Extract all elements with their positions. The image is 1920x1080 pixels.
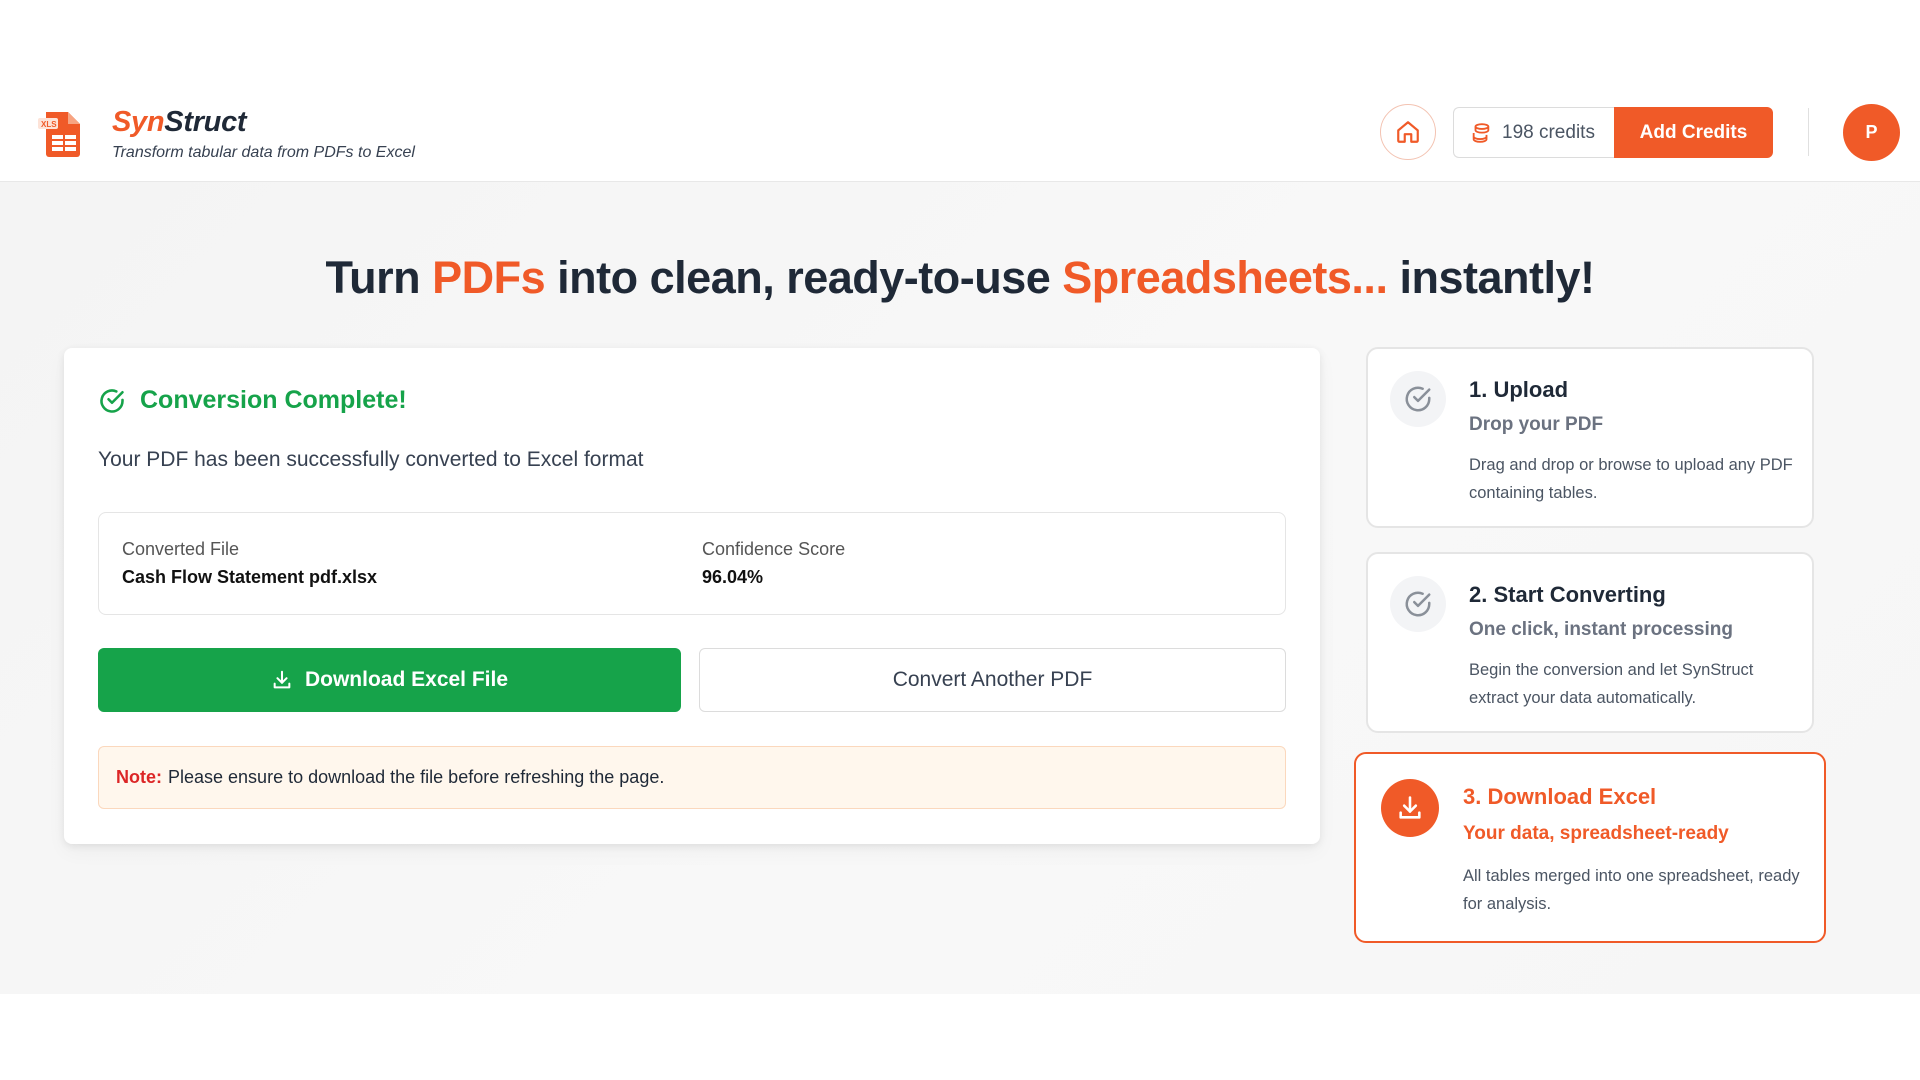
file-info-box: Converted File Cash Flow Statement pdf.x… bbox=[98, 512, 1286, 615]
headline-part3: instantly! bbox=[1387, 252, 1595, 303]
download-excel-label: Download Excel File bbox=[304, 668, 509, 691]
headline-part2: into clean, ready-to-use bbox=[545, 252, 1063, 303]
coins-icon bbox=[1472, 122, 1490, 143]
svg-text:XLS: XLS bbox=[41, 120, 57, 129]
step-upload-icon bbox=[1390, 371, 1446, 427]
excel-file-icon[interactable]: XLS bbox=[36, 108, 88, 160]
step-download-icon bbox=[1381, 779, 1439, 837]
step-download-title: 3. Download Excel bbox=[1463, 784, 1657, 809]
page-headline: Turn PDFs into clean, ready-to-use Sprea… bbox=[0, 252, 1920, 304]
header-divider bbox=[1808, 108, 1809, 156]
home-button[interactable] bbox=[1380, 104, 1436, 160]
user-avatar[interactable]: P bbox=[1843, 104, 1900, 161]
confidence-score-label: Confidence Score bbox=[702, 539, 846, 559]
headline-part1: Turn bbox=[325, 252, 433, 303]
step-upload-title: 1. Upload bbox=[1469, 377, 1569, 402]
step-download-description: All tables merged into one spreadsheet, … bbox=[1463, 867, 1800, 913]
credits-balance: 198 credits bbox=[1453, 107, 1614, 158]
check-circle-icon bbox=[1405, 386, 1431, 412]
note-text: Please ensure to download the file befor… bbox=[168, 767, 665, 787]
headline-accent-pdfs: PDFs bbox=[432, 252, 546, 303]
app-header: XLS SynStruct Transform tabular data fro… bbox=[0, 0, 1920, 182]
brand-name-syn: Syn bbox=[112, 106, 165, 138]
step-upload: 1. Upload Drop your PDF Drag and drop or… bbox=[1366, 347, 1814, 528]
check-circle-icon bbox=[1405, 591, 1431, 617]
converted-file-name: Cash Flow Statement pdf.xlsx bbox=[122, 567, 378, 587]
step-upload-subtitle: Drop your PDF bbox=[1469, 414, 1604, 435]
step-download-subtitle: Your data, spreadsheet-ready bbox=[1463, 823, 1729, 844]
download-icon bbox=[1399, 796, 1421, 819]
converted-file-label: Converted File bbox=[122, 539, 240, 559]
headline-accent-spreadsheets: Spreadsheets... bbox=[1062, 252, 1388, 303]
credits-text: 198 credits bbox=[1502, 121, 1595, 143]
step-convert-title: 2. Start Converting bbox=[1469, 582, 1666, 607]
step-convert-subtitle: One click, instant processing bbox=[1469, 619, 1733, 640]
step-convert-description: Begin the conversion and let SynStruct e… bbox=[1469, 661, 1754, 707]
brand-tagline: Transform tabular data from PDFs to Exce… bbox=[112, 144, 415, 161]
brand-name-struct: Struct bbox=[164, 106, 247, 138]
add-credits-button[interactable]: Add Credits bbox=[1614, 107, 1773, 158]
brand-name[interactable]: SynStruct bbox=[112, 106, 247, 139]
download-excel-button[interactable]: Download Excel File bbox=[98, 648, 681, 712]
conversion-complete-title: Conversion Complete! bbox=[140, 386, 407, 414]
download-icon bbox=[273, 670, 291, 689]
step-convert-icon bbox=[1390, 576, 1446, 632]
convert-another-button[interactable]: Convert Another PDF bbox=[699, 648, 1286, 712]
note-label: Note: bbox=[116, 767, 162, 787]
conversion-status: Conversion Complete! bbox=[98, 386, 407, 415]
success-message: Your PDF has been successfully converted… bbox=[98, 448, 644, 471]
conversion-result-card: Conversion Complete! Your PDF has been s… bbox=[64, 348, 1320, 844]
home-icon bbox=[1397, 121, 1419, 143]
step-upload-description: Drag and drop or browse to upload any PD… bbox=[1469, 456, 1793, 502]
step-convert: 2. Start Converting One click, instant p… bbox=[1366, 552, 1814, 733]
check-circle-icon bbox=[100, 388, 124, 413]
refresh-note: Note: Please ensure to download the file… bbox=[98, 746, 1286, 809]
confidence-score-value: 96.04% bbox=[702, 567, 764, 587]
step-download: 3. Download Excel Your data, spreadsheet… bbox=[1354, 752, 1826, 943]
